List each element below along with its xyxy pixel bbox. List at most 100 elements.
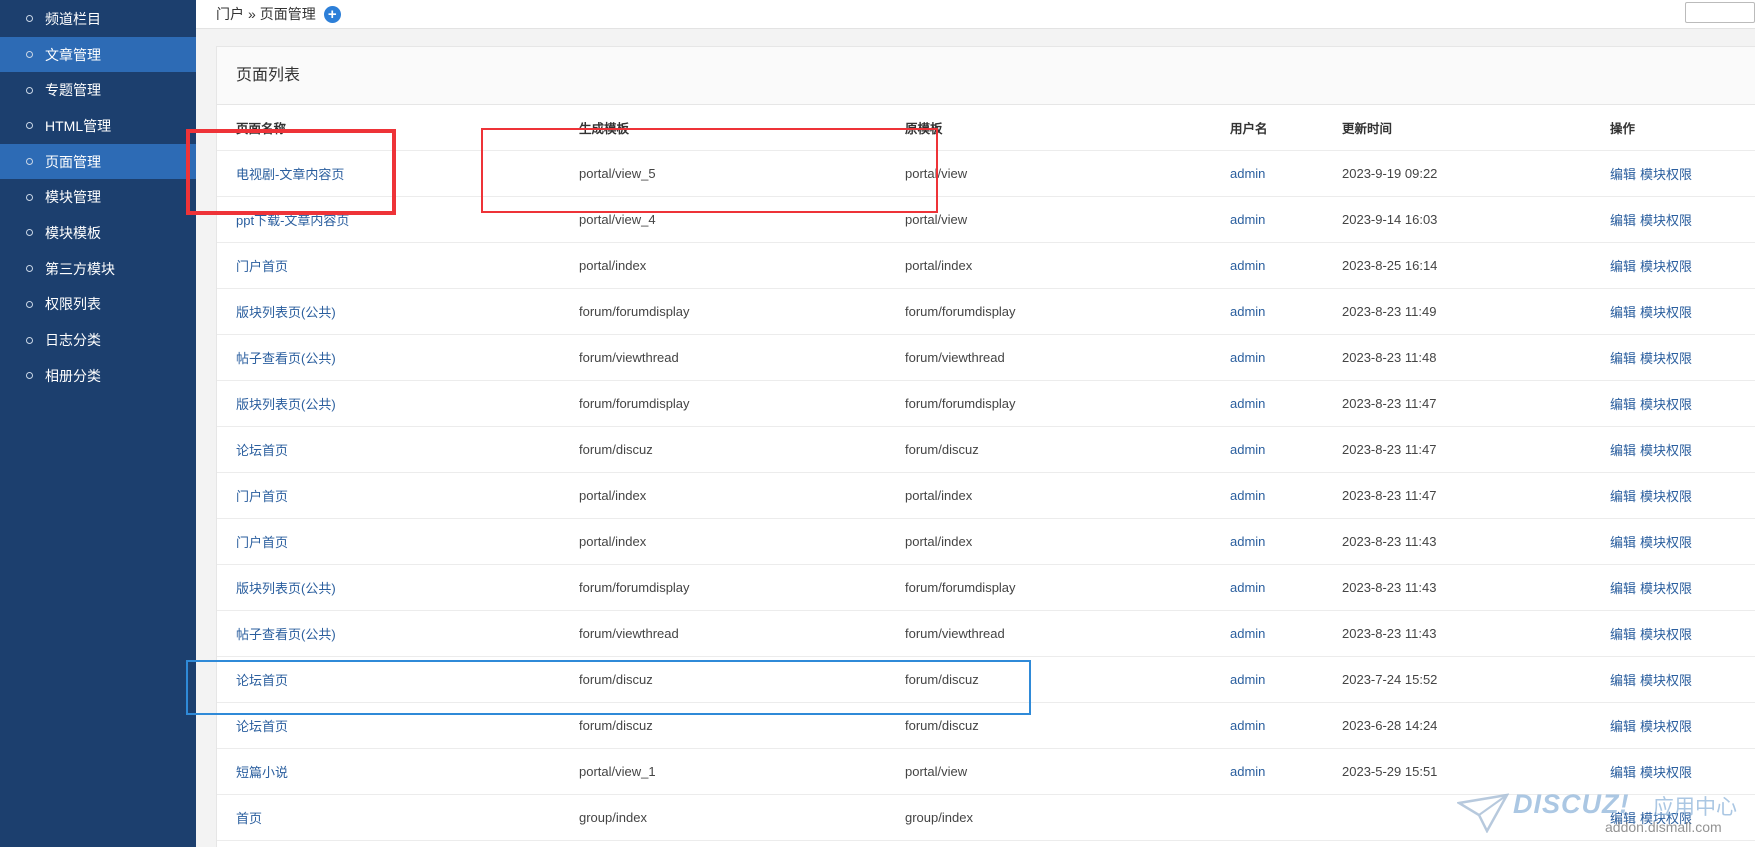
page-name-cell: 短篇小说 bbox=[217, 748, 560, 795]
sidebar-item[interactable]: 文章管理 bbox=[0, 36, 196, 73]
module-permission-link[interactable]: 模块权限 bbox=[1640, 397, 1692, 412]
page-name-link[interactable]: 版块列表页(公共) bbox=[236, 581, 336, 596]
page-name-link[interactable]: 论坛首页 bbox=[236, 673, 288, 688]
module-permission-link[interactable]: 模块权限 bbox=[1640, 673, 1692, 688]
edit-link[interactable]: 编辑 bbox=[1610, 627, 1636, 642]
update-time-cell: 2023-8-23 11:43 bbox=[1323, 610, 1591, 657]
edit-link[interactable]: 编辑 bbox=[1610, 213, 1636, 228]
sidebar-item[interactable]: 权限列表 bbox=[0, 287, 196, 323]
edit-link[interactable]: 编辑 bbox=[1610, 535, 1636, 550]
table-header-row: 页面名称 生成模板 原模板 用户名 更新时间 操作 bbox=[217, 105, 1755, 151]
module-permission-link[interactable]: 模块权限 bbox=[1640, 489, 1692, 504]
table-row: 门户首页 portal/index portal/index admin 2023-8-… bbox=[217, 518, 1755, 565]
sidebar-item[interactable]: 页面管理 bbox=[0, 143, 196, 180]
actions-cell: 编辑 模块权限 bbox=[1591, 564, 1755, 611]
username-link[interactable]: admin bbox=[1230, 672, 1265, 687]
page-name-link[interactable]: 论坛首页 bbox=[236, 443, 288, 458]
edit-link[interactable]: 编辑 bbox=[1610, 673, 1636, 688]
username-link[interactable]: admin bbox=[1230, 166, 1265, 181]
module-permission-link[interactable]: 模块权限 bbox=[1640, 719, 1692, 734]
edit-link[interactable]: 编辑 bbox=[1610, 719, 1636, 734]
edit-link[interactable]: 编辑 bbox=[1610, 305, 1636, 320]
circle-bullet-icon bbox=[26, 336, 33, 344]
edit-link[interactable]: 编辑 bbox=[1610, 167, 1636, 182]
sidebar-item[interactable]: 模块管理 bbox=[0, 179, 196, 215]
page-name-link[interactable]: 帖子查看页(公共) bbox=[236, 627, 336, 642]
table-row: 版块列表页(公共) forum/forumdisplay forum/forumdi… bbox=[217, 564, 1755, 611]
edit-link[interactable]: 编辑 bbox=[1610, 351, 1636, 366]
circle-bullet-icon bbox=[26, 300, 33, 308]
module-permission-link[interactable]: 模块权限 bbox=[1640, 765, 1692, 780]
source-template-cell: portal/view bbox=[886, 748, 1211, 795]
module-permission-link[interactable]: 模块权限 bbox=[1640, 167, 1692, 182]
edit-link[interactable]: 编辑 bbox=[1610, 489, 1636, 504]
table-row: 帖子查看页(公共) forum/viewthread forum/viewthrea… bbox=[217, 334, 1755, 381]
circle-bullet-icon bbox=[26, 372, 33, 380]
module-permission-link[interactable]: 模块权限 bbox=[1640, 213, 1692, 228]
page-name-link[interactable]: 版块列表页(公共) bbox=[236, 305, 336, 320]
edit-link[interactable]: 编辑 bbox=[1610, 259, 1636, 274]
page-name-link[interactable]: 短篇小说 bbox=[236, 765, 288, 780]
username-link[interactable]: admin bbox=[1230, 718, 1265, 733]
page-name-link[interactable]: 论坛首页 bbox=[236, 719, 288, 734]
generated-template-cell: portal/index bbox=[560, 472, 886, 519]
page-name-link[interactable]: 门户首页 bbox=[236, 535, 288, 550]
page-name-link[interactable]: ppt下载-文章内容页 bbox=[236, 213, 349, 228]
username-cell: admin bbox=[1211, 288, 1323, 335]
username-link[interactable]: admin bbox=[1230, 258, 1265, 273]
edit-link[interactable]: 编辑 bbox=[1610, 811, 1636, 826]
username-link[interactable]: admin bbox=[1230, 212, 1265, 227]
page-name-cell: 论坛首页 bbox=[217, 426, 560, 473]
update-time-cell: 2023-8-23 11:43 bbox=[1323, 518, 1591, 565]
module-permission-link[interactable]: 模块权限 bbox=[1640, 305, 1692, 320]
circle-bullet-icon bbox=[26, 86, 33, 94]
generated-template-cell: portal/view_4 bbox=[560, 196, 886, 243]
table-row: 论坛首页 forum/discuz forum/discuz admin 2023-8-… bbox=[217, 426, 1755, 473]
sidebar-item-label: 页面管理 bbox=[45, 153, 101, 170]
username-link[interactable]: admin bbox=[1230, 580, 1265, 595]
sidebar-item[interactable]: 第三方模块 bbox=[0, 251, 196, 287]
username-link[interactable]: admin bbox=[1230, 442, 1265, 457]
module-permission-link[interactable]: 模块权限 bbox=[1640, 627, 1692, 642]
search-input[interactable] bbox=[1685, 2, 1755, 23]
page-name-link[interactable]: 首页 bbox=[236, 811, 262, 826]
update-time-cell: 2023-8-23 11:48 bbox=[1323, 334, 1591, 381]
sidebar-item-label: 权限列表 bbox=[45, 296, 101, 313]
generated-template-cell: forum/viewthread bbox=[560, 334, 886, 381]
source-template-cell: forum/forumdisplay bbox=[886, 288, 1211, 335]
page-table: 页面名称 生成模板 原模板 用户名 更新时间 操作 电视剧-文章内容页 porta… bbox=[217, 105, 1755, 841]
username-link[interactable]: admin bbox=[1230, 396, 1265, 411]
module-permission-link[interactable]: 模块权限 bbox=[1640, 535, 1692, 550]
breadcrumb-separator: » bbox=[248, 6, 256, 22]
username-link[interactable]: admin bbox=[1230, 350, 1265, 365]
edit-link[interactable]: 编辑 bbox=[1610, 397, 1636, 412]
module-permission-link[interactable]: 模块权限 bbox=[1640, 351, 1692, 366]
sidebar-item[interactable]: 频道栏目 bbox=[0, 1, 196, 37]
page-name-link[interactable]: 门户首页 bbox=[236, 489, 288, 504]
username-link[interactable]: admin bbox=[1230, 534, 1265, 549]
page-name-link[interactable]: 帖子查看页(公共) bbox=[236, 351, 336, 366]
module-permission-link[interactable]: 模块权限 bbox=[1640, 443, 1692, 458]
sidebar-item[interactable]: HTML管理 bbox=[0, 108, 196, 144]
page-name-link[interactable]: 电视剧-文章内容页 bbox=[236, 167, 344, 182]
page-name-link[interactable]: 版块列表页(公共) bbox=[236, 397, 336, 412]
username-link[interactable]: admin bbox=[1230, 764, 1265, 779]
page-name-cell: ppt下载-文章内容页 bbox=[217, 196, 560, 243]
sidebar-item[interactable]: 相册分类 bbox=[0, 358, 196, 394]
sidebar-item[interactable]: 专题管理 bbox=[0, 72, 196, 108]
page-name-cell: 版块列表页(公共) bbox=[217, 288, 560, 335]
username-link[interactable]: admin bbox=[1230, 488, 1265, 503]
edit-link[interactable]: 编辑 bbox=[1610, 443, 1636, 458]
sidebar-item[interactable]: 日志分类 bbox=[0, 322, 196, 358]
edit-link[interactable]: 编辑 bbox=[1610, 765, 1636, 780]
breadcrumb-root[interactable]: 门户 bbox=[216, 4, 244, 24]
username-link[interactable]: admin bbox=[1230, 304, 1265, 319]
sidebar-item[interactable]: 模块模板 bbox=[0, 215, 196, 251]
module-permission-link[interactable]: 模块权限 bbox=[1640, 811, 1692, 826]
module-permission-link[interactable]: 模块权限 bbox=[1640, 581, 1692, 596]
add-page-button[interactable]: + bbox=[323, 5, 341, 23]
username-link[interactable]: admin bbox=[1230, 626, 1265, 641]
module-permission-link[interactable]: 模块权限 bbox=[1640, 259, 1692, 274]
page-name-link[interactable]: 门户首页 bbox=[236, 259, 288, 274]
edit-link[interactable]: 编辑 bbox=[1610, 581, 1636, 596]
